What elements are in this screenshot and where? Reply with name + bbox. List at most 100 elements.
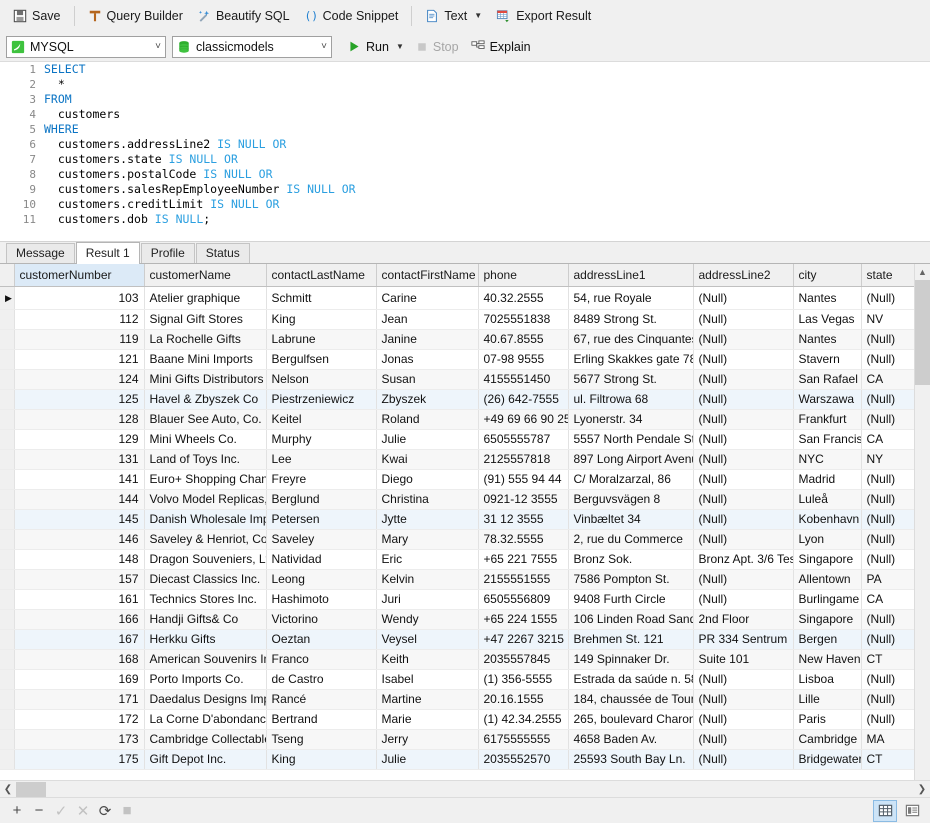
cell-customerNumber[interactable]: 144 xyxy=(14,489,145,510)
cell-state[interactable]: (Null) xyxy=(861,609,914,630)
cell-contactLastName[interactable]: Oeztan xyxy=(266,629,377,650)
column-header-city[interactable]: city xyxy=(793,264,862,287)
cell-addressLine1[interactable]: 149 Spinnaker Dr. xyxy=(568,649,694,670)
cell-customerName[interactable]: Danish Wholesale Imports xyxy=(144,509,267,530)
cell-phone[interactable]: 40.32.2555 xyxy=(478,286,569,310)
table-row[interactable]: 128 Blauer See Auto, Co. Keitel Roland +49 6… xyxy=(0,409,914,430)
cell-contactLastName[interactable]: King xyxy=(266,309,377,330)
cell-customerNumber[interactable]: 141 xyxy=(14,469,145,490)
cell-contactLastName[interactable]: de Castro xyxy=(266,669,377,690)
column-header-addressLine1[interactable]: addressLine1 xyxy=(568,264,694,287)
table-row[interactable]: 161 Technics Stores Inc. Hashimoto Juri 6505… xyxy=(0,589,914,610)
chevron-down-icon[interactable]: ▼ xyxy=(396,42,404,51)
cell-contactFirstName[interactable]: Carine xyxy=(376,286,479,310)
cell-contactFirstName[interactable]: Julie xyxy=(376,749,479,770)
horizontal-scrollbar[interactable]: ❮ ❯ xyxy=(0,780,930,797)
cell-addressLine2[interactable]: (Null) xyxy=(693,689,794,710)
cell-phone[interactable]: 2125557818 xyxy=(478,449,569,470)
table-row[interactable]: 121 Baane Mini Imports Bergulfsen Jonas 07-9… xyxy=(0,349,914,370)
horizontal-scroll-track[interactable] xyxy=(16,781,914,798)
cell-contactFirstName[interactable]: Wendy xyxy=(376,609,479,630)
column-header-contactLastName[interactable]: contactLastName xyxy=(266,264,377,287)
cell-phone[interactable]: 4155551450 xyxy=(478,369,569,390)
cell-addressLine2[interactable]: (Null) xyxy=(693,429,794,450)
cell-city[interactable]: Lille xyxy=(793,689,862,710)
cell-addressLine2[interactable]: (Null) xyxy=(693,409,794,430)
form-view-button[interactable] xyxy=(900,800,924,822)
cell-contactLastName[interactable]: Franco xyxy=(266,649,377,670)
cell-addressLine2[interactable]: (Null) xyxy=(693,729,794,750)
cell-customerName[interactable]: Euro+ Shopping Channel xyxy=(144,469,267,490)
vertical-scrollbar[interactable]: ▲ xyxy=(914,264,930,780)
cell-addressLine1[interactable]: 8489 Strong St. xyxy=(568,309,694,330)
cell-phone[interactable]: 2035557845 xyxy=(478,649,569,670)
cell-contactLastName[interactable]: Lee xyxy=(266,449,377,470)
row-selector-cell[interactable] xyxy=(0,629,15,650)
cell-customerName[interactable]: Baane Mini Imports xyxy=(144,349,267,370)
cell-contactFirstName[interactable]: Christina xyxy=(376,489,479,510)
table-row[interactable]: 141Euro+ Shopping ChannelFreyreDiego(91)… xyxy=(0,469,914,490)
cell-addressLine1[interactable]: Erling Skakkes gate 78 xyxy=(568,349,694,370)
cell-state[interactable]: (Null) xyxy=(861,389,914,410)
cell-city[interactable]: Singapore xyxy=(793,609,862,630)
horizontal-scroll-thumb[interactable] xyxy=(16,781,46,797)
column-header-customerName[interactable]: customerName xyxy=(144,264,267,287)
cell-addressLine1[interactable]: 897 Long Airport Avenue xyxy=(568,449,694,470)
cell-contactFirstName[interactable]: Mary xyxy=(376,529,479,550)
cell-customerName[interactable]: Porto Imports Co. xyxy=(144,669,267,690)
cell-addressLine1[interactable]: 106 Linden Road Sandown xyxy=(568,609,694,630)
cell-addressLine2[interactable]: (Null) xyxy=(693,349,794,370)
table-row[interactable]: 119 La Rochelle Gifts Labrune Janine 40.67.8… xyxy=(0,329,914,350)
cell-customerNumber[interactable]: 168 xyxy=(14,649,145,670)
cell-state[interactable]: CA xyxy=(861,369,914,390)
cell-addressLine2[interactable]: Bronz Apt. 3/6 Tesvikiye xyxy=(693,549,794,570)
tab-profile[interactable]: Profile xyxy=(140,243,195,263)
cell-contactFirstName[interactable]: Julie xyxy=(376,429,479,450)
table-row[interactable]: 171Daedalus Designs ImportsRancéMartine2… xyxy=(0,689,914,710)
table-row[interactable]: 146 Saveley & Henriot, Co. Saveley Mary 78.3… xyxy=(0,529,914,550)
cell-customerName[interactable]: Cambridge Collectables Co. xyxy=(144,729,267,750)
cell-addressLine1[interactable]: 7586 Pompton St. xyxy=(568,569,694,590)
cell-addressLine1[interactable]: Lyonerstr. 34 xyxy=(568,409,694,430)
cell-phone[interactable]: +49 69 66 90 2555 xyxy=(478,409,569,430)
cell-addressLine1[interactable]: Bronz Sok. xyxy=(568,549,694,570)
cell-phone[interactable]: 2035552570 xyxy=(478,749,569,770)
cell-phone[interactable]: 20.16.1555 xyxy=(478,689,569,710)
cell-city[interactable]: Luleå xyxy=(793,489,862,510)
cell-customerNumber[interactable]: 119 xyxy=(14,329,145,350)
cell-addressLine2[interactable]: (Null) xyxy=(693,509,794,530)
row-selector-cell[interactable] xyxy=(0,329,15,350)
row-selector-cell[interactable] xyxy=(0,589,15,610)
cell-phone[interactable]: 0921-12 3555 xyxy=(478,489,569,510)
cell-city[interactable]: Cambridge xyxy=(793,729,862,750)
result-grid-scroll[interactable]: customerNumber customerName contactLastNam… xyxy=(0,264,914,780)
cell-addressLine2[interactable]: (Null) xyxy=(693,529,794,550)
table-row[interactable]: 168 American Souvenirs Inc Franco Keith 2035… xyxy=(0,649,914,670)
row-selector-cell[interactable] xyxy=(0,469,15,490)
cell-city[interactable]: Frankfurt xyxy=(793,409,862,430)
cell-contactFirstName[interactable]: Kelvin xyxy=(376,569,479,590)
run-button[interactable]: Run ▼ xyxy=(342,37,410,57)
cell-contactLastName[interactable]: Murphy xyxy=(266,429,377,450)
cell-addressLine1[interactable]: Brehmen St. 121 xyxy=(568,629,694,650)
cell-state[interactable]: (Null) xyxy=(861,669,914,690)
table-row[interactable]: 145Danish Wholesale ImportsPetersenJytte… xyxy=(0,509,914,530)
add-record-button[interactable]: + xyxy=(6,801,28,821)
cell-contactFirstName[interactable]: Kwai xyxy=(376,449,479,470)
tab-message[interactable]: Message xyxy=(6,243,75,263)
cell-state[interactable]: NV xyxy=(861,309,914,330)
cell-contactFirstName[interactable]: Susan xyxy=(376,369,479,390)
cell-customerName[interactable]: Blauer See Auto, Co. xyxy=(144,409,267,430)
cell-addressLine2[interactable]: (Null) xyxy=(693,569,794,590)
table-row[interactable]: 112 Signal Gift Stores King Jean 7025551838 8… xyxy=(0,309,914,330)
cell-state[interactable]: NY xyxy=(861,449,914,470)
sql-code-container[interactable]: 1 SELECT 2 * 3 FROM 4 customers 5 WHERE 6 custom… xyxy=(0,62,930,227)
cell-addressLine1[interactable]: Estrada da saúde n. 58 xyxy=(568,669,694,690)
cell-addressLine2[interactable]: (Null) xyxy=(693,709,794,730)
cell-contactLastName[interactable]: Nelson xyxy=(266,369,377,390)
cell-customerName[interactable]: Mini Gifts Distributors Ltd. xyxy=(144,369,267,390)
cell-contactFirstName[interactable]: Jerry xyxy=(376,729,479,750)
cell-contactLastName[interactable]: Bergulfsen xyxy=(266,349,377,370)
cell-contactLastName[interactable]: Berglund xyxy=(266,489,377,510)
column-header-contactFirstName[interactable]: contactFirstName xyxy=(376,264,479,287)
